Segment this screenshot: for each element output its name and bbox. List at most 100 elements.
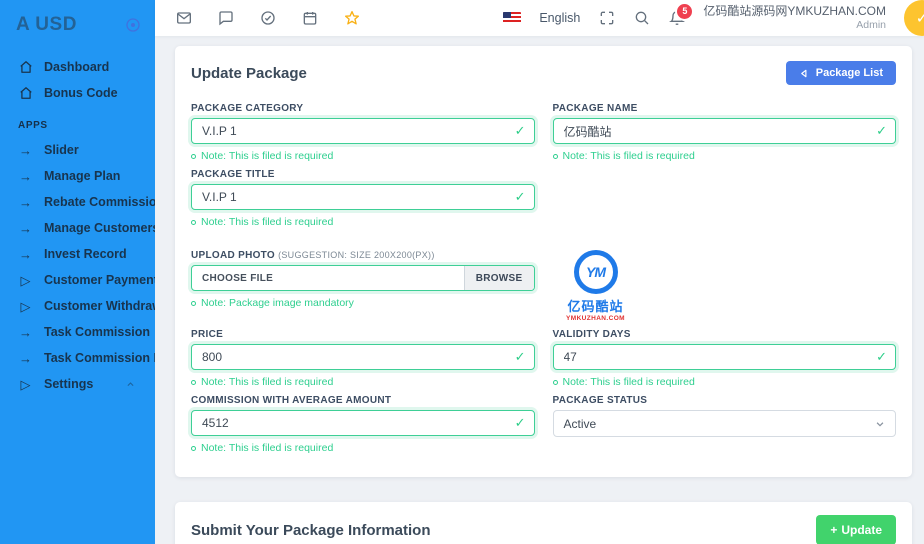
submit-title: Submit Your Package Information <box>191 522 431 539</box>
main-area: English 5 亿码酷站源码网YMKUZHAN.COM Admin ✓ Up… <box>155 0 924 544</box>
submit-card: Submit Your Package Information + Update <box>175 502 912 544</box>
user-info[interactable]: 亿码酷站源码网YMKUZHAN.COM Admin <box>703 4 886 32</box>
field-price: PRICE ✓ Note: This is filed is required <box>191 329 535 388</box>
note-dot-icon <box>191 301 196 306</box>
note-dot-icon <box>191 380 196 385</box>
sidebar-item-label: Dashboard <box>44 60 109 74</box>
sidebar-item-label: Customer Withdraws <box>44 299 155 313</box>
update-button[interactable]: + Update <box>816 515 896 544</box>
mail-icon[interactable] <box>175 10 192 27</box>
chevron-down-icon <box>875 419 885 429</box>
sidebar-menu: Dashboard Bonus Code APPS → Slider → Man… <box>0 46 155 397</box>
user-role: Admin <box>703 19 886 32</box>
field-upload-photo: UPLOAD PHOTO (SUGGESTION: SIZE 200X200(P… <box>191 250 535 322</box>
field-label: PACKAGE TITLE <box>191 169 535 180</box>
package-image-preview: YM 亿码酷站 YMKUZHAN.COM <box>553 250 897 322</box>
sidebar-item-manage-customers[interactable]: → Manage Customers <box>16 215 155 241</box>
submenu-icon: ▷ <box>18 274 33 287</box>
field-label: COMMISSION WITH AVERAGE AMOUNT <box>191 395 535 406</box>
price-input[interactable] <box>191 344 535 370</box>
note-dot-icon <box>191 220 196 225</box>
star-icon[interactable] <box>343 10 360 27</box>
field-hint: (SUGGESTION: SIZE 200X200(PX)) <box>278 250 435 260</box>
avatar[interactable]: ✓ <box>904 0 924 36</box>
field-note: Note: This is filed is required <box>191 442 535 454</box>
sidebar-item-label: Task Commission Reques <box>44 351 155 365</box>
sidebar-item-label: Bonus Code <box>44 86 118 100</box>
logo-text-domain: YMKUZHAN.COM <box>565 315 627 322</box>
sidebar-item-label: Manage Plan <box>44 169 120 183</box>
language-selector[interactable]: English <box>539 11 580 25</box>
site-name: 亿码酷站源码网YMKUZHAN.COM <box>703 4 886 19</box>
update-package-card: Update Package Package List PACKAGE CATE… <box>175 46 912 477</box>
sidebar-item-rebate-commission[interactable]: → Rebate Commission <box>16 189 155 215</box>
arrow-right-icon: → <box>18 144 33 157</box>
sidebar-item-slider[interactable]: → Slider <box>16 137 155 163</box>
upload-photo-input[interactable]: CHOOSE FILE BROWSE <box>191 265 535 291</box>
sidebar-item-label: Invest Record <box>44 247 127 261</box>
update-button-label: Update <box>841 523 882 537</box>
arrow-right-icon: → <box>18 248 33 261</box>
sidebar-item-label: Settings <box>44 377 93 391</box>
field-label: UPLOAD PHOTO (SUGGESTION: SIZE 200X200(P… <box>191 250 535 261</box>
package-category-input[interactable] <box>191 118 535 144</box>
field-note: Note: Package image mandatory <box>191 297 535 309</box>
submenu-icon: ▷ <box>18 300 33 313</box>
note-dot-icon <box>553 154 558 159</box>
field-label: PRICE <box>191 329 535 340</box>
browse-button[interactable]: BROWSE <box>464 266 534 290</box>
field-commission: COMMISSION WITH AVERAGE AMOUNT ✓ Note: T… <box>191 395 535 454</box>
sidebar-toggle-icon[interactable] <box>125 17 141 33</box>
sidebar-item-settings[interactable]: ▷ Settings <box>16 371 155 397</box>
notification-badge: 5 <box>677 4 692 19</box>
arrow-right-icon: → <box>18 352 33 365</box>
field-package-status: PACKAGE STATUS Active <box>553 395 897 454</box>
package-name-input[interactable] <box>553 118 897 144</box>
top-navbar: English 5 亿码酷站源码网YMKUZHAN.COM Admin ✓ <box>155 0 924 36</box>
logo-text-cn: 亿码酷站 <box>565 296 627 315</box>
sidebar: A USD Dashboard Bonus Code APPS → Slider… <box>0 0 155 544</box>
search-icon[interactable] <box>633 10 650 27</box>
sidebar-item-manage-plan[interactable]: → Manage Plan <box>16 163 155 189</box>
field-label: PACKAGE CATEGORY <box>191 103 535 114</box>
package-status-select[interactable]: Active <box>553 410 897 437</box>
sidebar-item-label: Customer Payments <box>44 273 155 287</box>
sidebar-item-customer-payments[interactable]: ▷ Customer Payments <box>16 267 155 293</box>
sidebar-item-bonus-code[interactable]: Bonus Code <box>16 80 155 106</box>
package-title-input[interactable] <box>191 184 535 210</box>
check-icon: ✓ <box>916 9 924 27</box>
chat-icon[interactable] <box>217 10 234 27</box>
us-flag-icon[interactable] <box>503 12 521 24</box>
field-note: Note: This is filed is required <box>191 150 535 162</box>
note-dot-icon <box>553 380 558 385</box>
chevron-up-icon <box>126 380 135 389</box>
home-icon <box>18 86 33 100</box>
sidebar-item-dashboard[interactable]: Dashboard <box>16 54 155 80</box>
page-title: Update Package <box>191 65 307 82</box>
field-note: Note: This is filed is required <box>553 150 897 162</box>
note-dot-icon <box>191 446 196 451</box>
validity-days-input[interactable] <box>553 344 897 370</box>
field-note: Note: This is filed is required <box>553 376 897 388</box>
arrow-right-icon: → <box>18 196 33 209</box>
submenu-icon: ▷ <box>18 378 33 391</box>
sidebar-item-label: Rebate Commission <box>44 195 155 209</box>
sidebar-item-label: Slider <box>44 143 79 157</box>
fullscreen-icon[interactable] <box>598 10 615 27</box>
empty-cell <box>553 169 897 228</box>
package-list-button[interactable]: Package List <box>786 61 896 85</box>
calendar-icon[interactable] <box>301 10 318 27</box>
field-validity-days: VALIDITY DAYS ✓ Note: This is filed is r… <box>553 329 897 388</box>
field-package-name: PACKAGE NAME ✓ Note: This is filed is re… <box>553 103 897 162</box>
sidebar-item-customer-withdraws[interactable]: ▷ Customer Withdraws <box>16 293 155 319</box>
package-logo-image: YM <box>574 250 618 294</box>
brand-title: A USD <box>16 14 77 36</box>
check-circle-icon[interactable] <box>259 10 276 27</box>
commission-input[interactable] <box>191 410 535 436</box>
sidebar-item-invest-record[interactable]: → Invest Record <box>16 241 155 267</box>
selected-status: Active <box>564 417 597 431</box>
notifications-bell[interactable]: 5 <box>668 10 685 27</box>
sidebar-item-task-commission-request[interactable]: → Task Commission Reques <box>16 345 155 371</box>
sidebar-item-task-commission[interactable]: → Task Commission <box>16 319 155 345</box>
field-label: PACKAGE NAME <box>553 103 897 114</box>
